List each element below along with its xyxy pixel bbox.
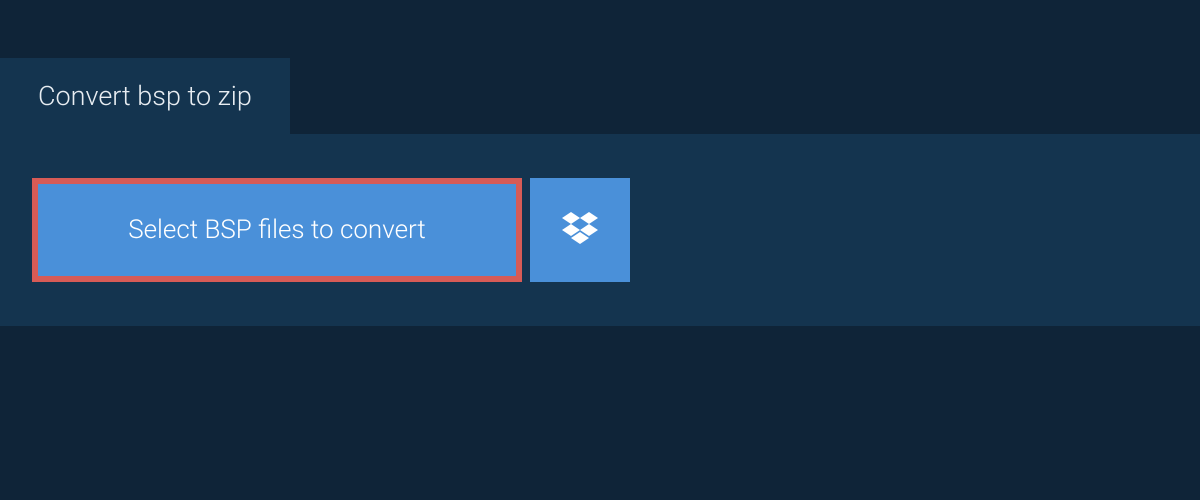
tab-convert[interactable]: Convert bsp to zip (0, 58, 290, 134)
select-files-label: Select BSP files to convert (128, 215, 426, 245)
dropbox-icon (562, 212, 598, 248)
tab-label: Convert bsp to zip (38, 80, 252, 112)
dropbox-button[interactable] (530, 178, 630, 282)
select-files-button[interactable]: Select BSP files to convert (32, 178, 522, 282)
content-panel: Select BSP files to convert (0, 134, 1200, 326)
